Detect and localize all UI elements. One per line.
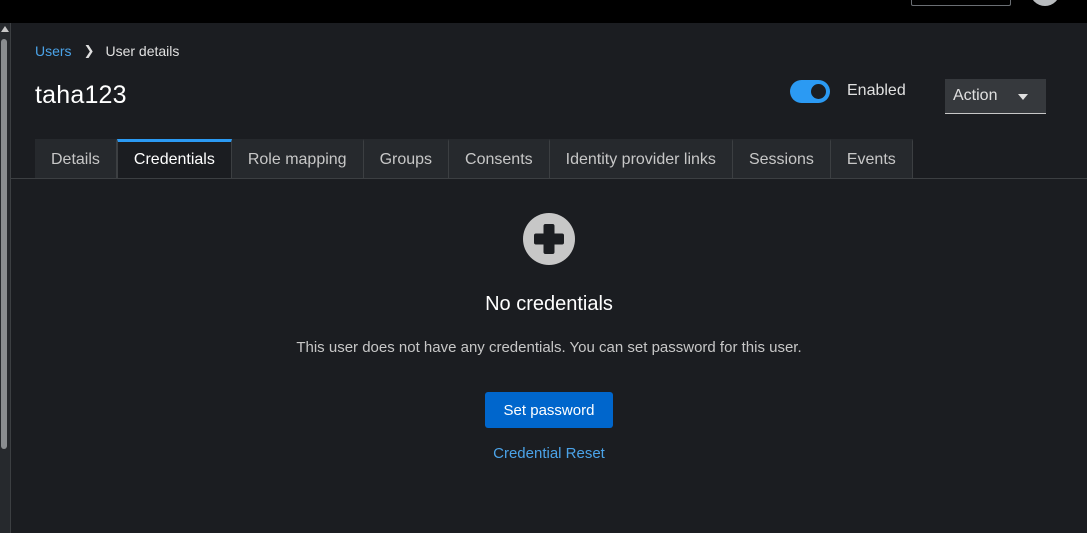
empty-state-title: No credentials bbox=[485, 293, 613, 315]
tab-events[interactable]: Events bbox=[830, 139, 913, 178]
credential-reset-link[interactable]: Credential Reset bbox=[493, 445, 605, 462]
breadcrumb: Users ❯ User details bbox=[35, 42, 179, 60]
avatar[interactable] bbox=[1030, 0, 1060, 6]
tab-groups[interactable]: Groups bbox=[363, 139, 450, 178]
breadcrumb-current: User details bbox=[105, 43, 180, 59]
enabled-toggle[interactable] bbox=[790, 80, 830, 103]
caret-down-icon bbox=[1018, 94, 1028, 100]
plus-circle-icon bbox=[523, 213, 575, 265]
page-title: taha123 bbox=[35, 81, 127, 109]
tabs-divider bbox=[11, 178, 1087, 179]
page: Users ❯ User details taha123 Enabled Act… bbox=[0, 0, 1087, 533]
tab-role-mapping[interactable]: Role mapping bbox=[231, 139, 364, 178]
tab-credentials[interactable]: Credentials bbox=[116, 139, 232, 178]
masthead-control[interactable] bbox=[911, 0, 1011, 6]
set-password-button[interactable]: Set password bbox=[485, 392, 613, 428]
action-dropdown[interactable]: Action bbox=[945, 79, 1046, 114]
tab-identity-provider-links[interactable]: Identity provider links bbox=[549, 139, 733, 178]
tab-details[interactable]: Details bbox=[35, 139, 117, 178]
tab-bar: Details Credentials Role mapping Groups … bbox=[35, 139, 913, 178]
scrollbar-thumb[interactable] bbox=[1, 39, 7, 449]
tab-consents[interactable]: Consents bbox=[449, 139, 550, 178]
masthead bbox=[0, 0, 1087, 23]
breadcrumb-users-link[interactable]: Users bbox=[35, 43, 72, 59]
chevron-right-icon: ❯ bbox=[83, 43, 95, 58]
credential-reset-container: Credential Reset bbox=[0, 445, 1087, 462]
empty-state-body: This user does not have any credentials.… bbox=[296, 339, 802, 356]
action-dropdown-label: Action bbox=[953, 87, 998, 104]
toggle-knob bbox=[811, 84, 826, 99]
scroll-up-arrow-icon[interactable] bbox=[1, 26, 9, 32]
tab-sessions[interactable]: Sessions bbox=[732, 139, 831, 178]
enabled-toggle-label: Enabled bbox=[847, 82, 906, 99]
